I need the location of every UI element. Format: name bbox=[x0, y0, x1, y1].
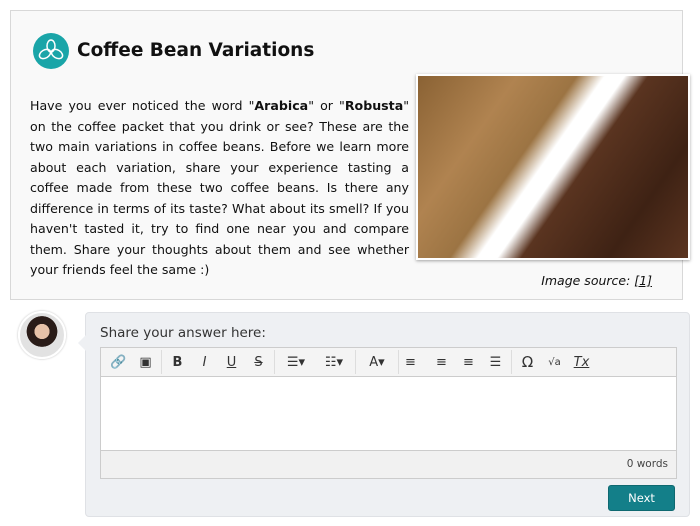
page-title: Coffee Bean Variations bbox=[77, 40, 315, 61]
math-icon[interactable]: √a bbox=[541, 357, 568, 368]
special-character-icon[interactable]: Ω bbox=[514, 353, 541, 371]
divider bbox=[274, 350, 275, 374]
divider bbox=[511, 350, 512, 374]
text: " or " bbox=[308, 98, 345, 113]
divider bbox=[161, 350, 162, 374]
underline-icon[interactable]: U bbox=[218, 355, 245, 370]
italic-icon[interactable]: I bbox=[191, 355, 218, 370]
rich-text-editor: 🔗 ▣ B I U S ☰▾ ☷▾ A▾ ≡ ≡ ≡ ☰ Ω √a Tx 0 w… bbox=[100, 347, 677, 479]
link-icon[interactable]: 🔗 bbox=[105, 355, 132, 370]
activity-card: Coffee Bean Variations Have you ever not… bbox=[10, 10, 690, 300]
intro-paragraph: Have you ever noticed the word "Arabica"… bbox=[30, 96, 409, 281]
text: Have you ever noticed the word " bbox=[30, 98, 255, 113]
avatar bbox=[18, 311, 66, 359]
editor-toolbar: 🔗 ▣ B I U S ☰▾ ☷▾ A▾ ≡ ≡ ≡ ☰ Ω √a Tx bbox=[101, 348, 676, 377]
answer-label: Share your answer here: bbox=[100, 325, 266, 341]
divider bbox=[398, 350, 399, 374]
strikethrough-icon[interactable]: S bbox=[245, 355, 272, 370]
robusta-term: Robusta bbox=[344, 98, 404, 113]
image-source: Image source: [1] bbox=[541, 273, 652, 288]
arabica-term: Arabica bbox=[254, 98, 309, 113]
align-left-icon[interactable]: ≡ bbox=[401, 355, 428, 370]
text-color-icon[interactable]: A▾ bbox=[358, 355, 396, 370]
justify-icon[interactable]: ☰ bbox=[482, 355, 509, 370]
text: " on the coffee packet that you drink or… bbox=[30, 98, 409, 277]
divider bbox=[355, 350, 356, 374]
answer-input[interactable] bbox=[101, 377, 676, 452]
coffee-beans-icon bbox=[33, 33, 69, 69]
align-center-icon[interactable]: ≡ bbox=[428, 355, 455, 370]
bulleted-list-icon[interactable]: ☰▾ bbox=[277, 355, 315, 370]
image-source-link[interactable]: [1] bbox=[634, 273, 652, 288]
align-right-icon[interactable]: ≡ bbox=[455, 355, 482, 370]
bold-icon[interactable]: B bbox=[164, 355, 191, 370]
image-icon[interactable]: ▣ bbox=[132, 355, 159, 370]
numbered-list-icon[interactable]: ☷▾ bbox=[315, 355, 353, 370]
clear-format-icon[interactable]: Tx bbox=[568, 355, 595, 370]
next-button[interactable]: Next bbox=[608, 485, 675, 511]
image-source-label: Image source: bbox=[541, 273, 635, 288]
answer-panel: Share your answer here: 🔗 ▣ B I U S ☰▾ ☷… bbox=[78, 312, 690, 517]
coffee-beans-image bbox=[416, 74, 690, 260]
word-count: 0 words bbox=[101, 450, 676, 478]
